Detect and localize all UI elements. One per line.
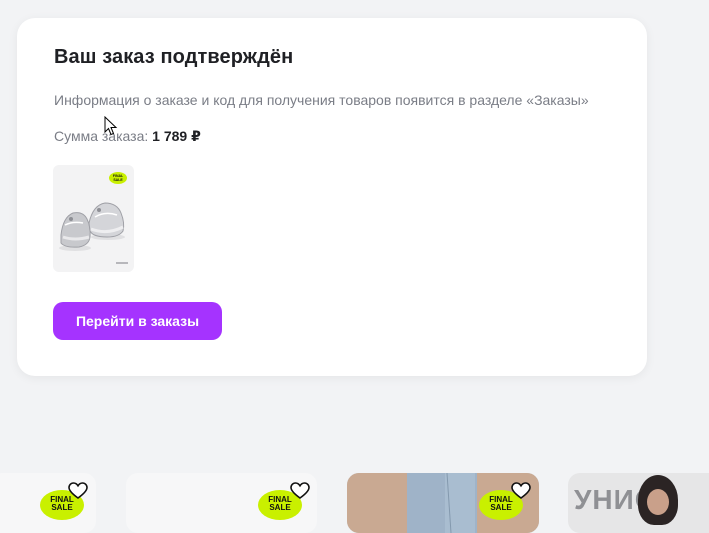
brand-mark [116,262,128,264]
product-card[interactable]: FINAL SALE [0,473,96,533]
product-card[interactable]: FINAL SALE [126,473,317,533]
model-photo [638,475,678,525]
favorite-heart-icon[interactable] [68,482,88,500]
product-card[interactable]: FINAL SALE [347,473,539,533]
go-to-orders-button[interactable]: Перейти в заказы [53,302,222,340]
order-sum-value: 1 789 ₽ [152,128,201,144]
final-sale-badge: FINAL SALE [109,172,127,184]
favorite-heart-icon[interactable] [511,482,531,500]
confirmation-title: Ваш заказ подтверждён [54,46,294,68]
mouse-cursor-icon [104,116,118,136]
favorite-heart-icon[interactable] [290,482,310,500]
ordered-item-thumbnail[interactable]: FINAL SALE [53,165,134,272]
product-card[interactable]: УНИСЕ [568,473,709,533]
order-sum: Сумма заказа: 1 789 ₽ [54,128,201,145]
order-confirmation-card: Ваш заказ подтверждён Информация о заказ… [17,18,647,376]
confirmation-description: Информация о заказе и код для получения … [54,92,589,108]
